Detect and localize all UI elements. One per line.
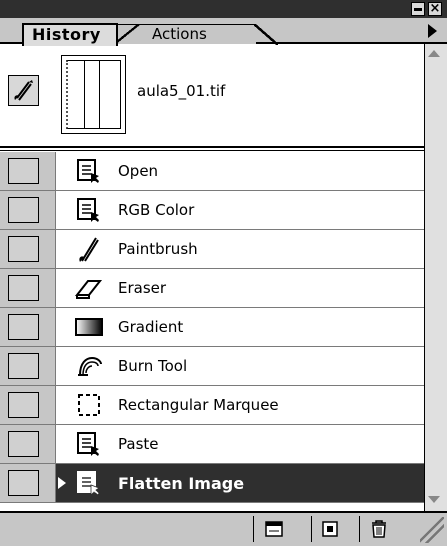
document-icon xyxy=(77,198,99,222)
burn-tool-icon xyxy=(78,356,102,376)
history-brush-source-checkbox[interactable] xyxy=(0,191,56,229)
scroll-up-arrow-icon[interactable] xyxy=(428,50,440,57)
history-state-label: RGB Color xyxy=(118,201,195,219)
snapshot-divider xyxy=(0,146,424,148)
palette-title-bar[interactable]: × xyxy=(0,0,447,18)
palette-bottom-toolbar xyxy=(0,511,447,544)
document-icon xyxy=(77,471,100,496)
history-state-label: Eraser xyxy=(118,279,167,297)
palette-tabs: History Actions xyxy=(0,18,447,46)
history-state-row[interactable]: RGB Color xyxy=(0,191,424,230)
new-snapshot-icon xyxy=(322,521,338,537)
history-state-row[interactable]: Rectangular Marquee xyxy=(0,386,424,425)
tab-actions[interactable]: Actions xyxy=(114,24,278,45)
document-icon xyxy=(77,159,99,183)
history-brush-source-checkbox[interactable] xyxy=(0,347,56,385)
snapshot-label: aula5_01.tif xyxy=(137,82,226,100)
history-brush-source-checkbox[interactable] xyxy=(0,386,56,424)
new-document-from-state-button[interactable] xyxy=(253,516,291,542)
history-state-row[interactable]: Burn Tool xyxy=(0,347,424,386)
minimize-button[interactable] xyxy=(411,2,425,16)
scroll-down-arrow-icon[interactable] xyxy=(428,496,440,503)
history-brush-source-checkbox[interactable] xyxy=(0,269,56,307)
new-document-from-state-icon xyxy=(265,521,283,537)
history-state-row[interactable]: Eraser xyxy=(0,269,424,308)
history-brush-source-checkbox[interactable] xyxy=(0,308,56,346)
resize-grip-icon[interactable] xyxy=(420,517,444,543)
history-state-label: Open xyxy=(118,162,159,180)
delete-state-button[interactable] xyxy=(359,516,397,542)
vertical-scrollbar[interactable] xyxy=(424,44,447,511)
history-state-row[interactable]: Paste xyxy=(0,425,424,464)
gradient-icon xyxy=(75,318,103,336)
history-state-label: Rectangular Marquee xyxy=(118,396,279,414)
snapshot-divider-line xyxy=(0,150,424,151)
new-snapshot-button[interactable] xyxy=(311,516,349,542)
trash-icon xyxy=(372,520,386,538)
history-state-row-selected[interactable]: Flatten Image xyxy=(0,464,424,503)
snapshot-row[interactable]: aula5_01.tif xyxy=(0,44,424,145)
document-icon xyxy=(77,432,99,456)
history-state-row[interactable]: Paintbrush xyxy=(0,230,424,269)
history-brush-source-checkbox[interactable] xyxy=(0,425,56,463)
snapshot-thumbnail xyxy=(61,55,126,134)
eraser-icon xyxy=(74,280,103,299)
tab-history[interactable]: History xyxy=(22,23,118,46)
history-palette: × History Actions aula5_01.tif Open RGB … xyxy=(0,0,447,544)
marquee-icon xyxy=(78,394,100,416)
paintbrush-icon xyxy=(79,237,99,262)
close-button[interactable]: × xyxy=(428,2,442,16)
palette-menu-arrow-icon[interactable] xyxy=(428,24,437,38)
history-list: aula5_01.tif Open RGB Color Paintbrush E… xyxy=(0,44,424,511)
history-state-label: Flatten Image xyxy=(118,474,245,493)
history-state-row[interactable]: Open xyxy=(0,152,424,191)
history-brush-source-toggle[interactable] xyxy=(8,75,39,106)
current-state-marker-icon xyxy=(58,477,66,489)
history-brush-source-checkbox[interactable] xyxy=(0,464,56,502)
history-brush-source-checkbox[interactable] xyxy=(0,230,56,268)
history-state-label: Paste xyxy=(118,435,159,453)
history-states: Open RGB Color Paintbrush Eraser Gradien… xyxy=(0,152,424,503)
history-state-label: Burn Tool xyxy=(118,357,188,375)
history-brush-source-checkbox[interactable] xyxy=(0,152,56,190)
history-brush-icon xyxy=(14,80,33,101)
history-state-label: Gradient xyxy=(118,318,184,336)
history-state-row[interactable]: Gradient xyxy=(0,308,424,347)
history-state-label: Paintbrush xyxy=(118,240,198,258)
